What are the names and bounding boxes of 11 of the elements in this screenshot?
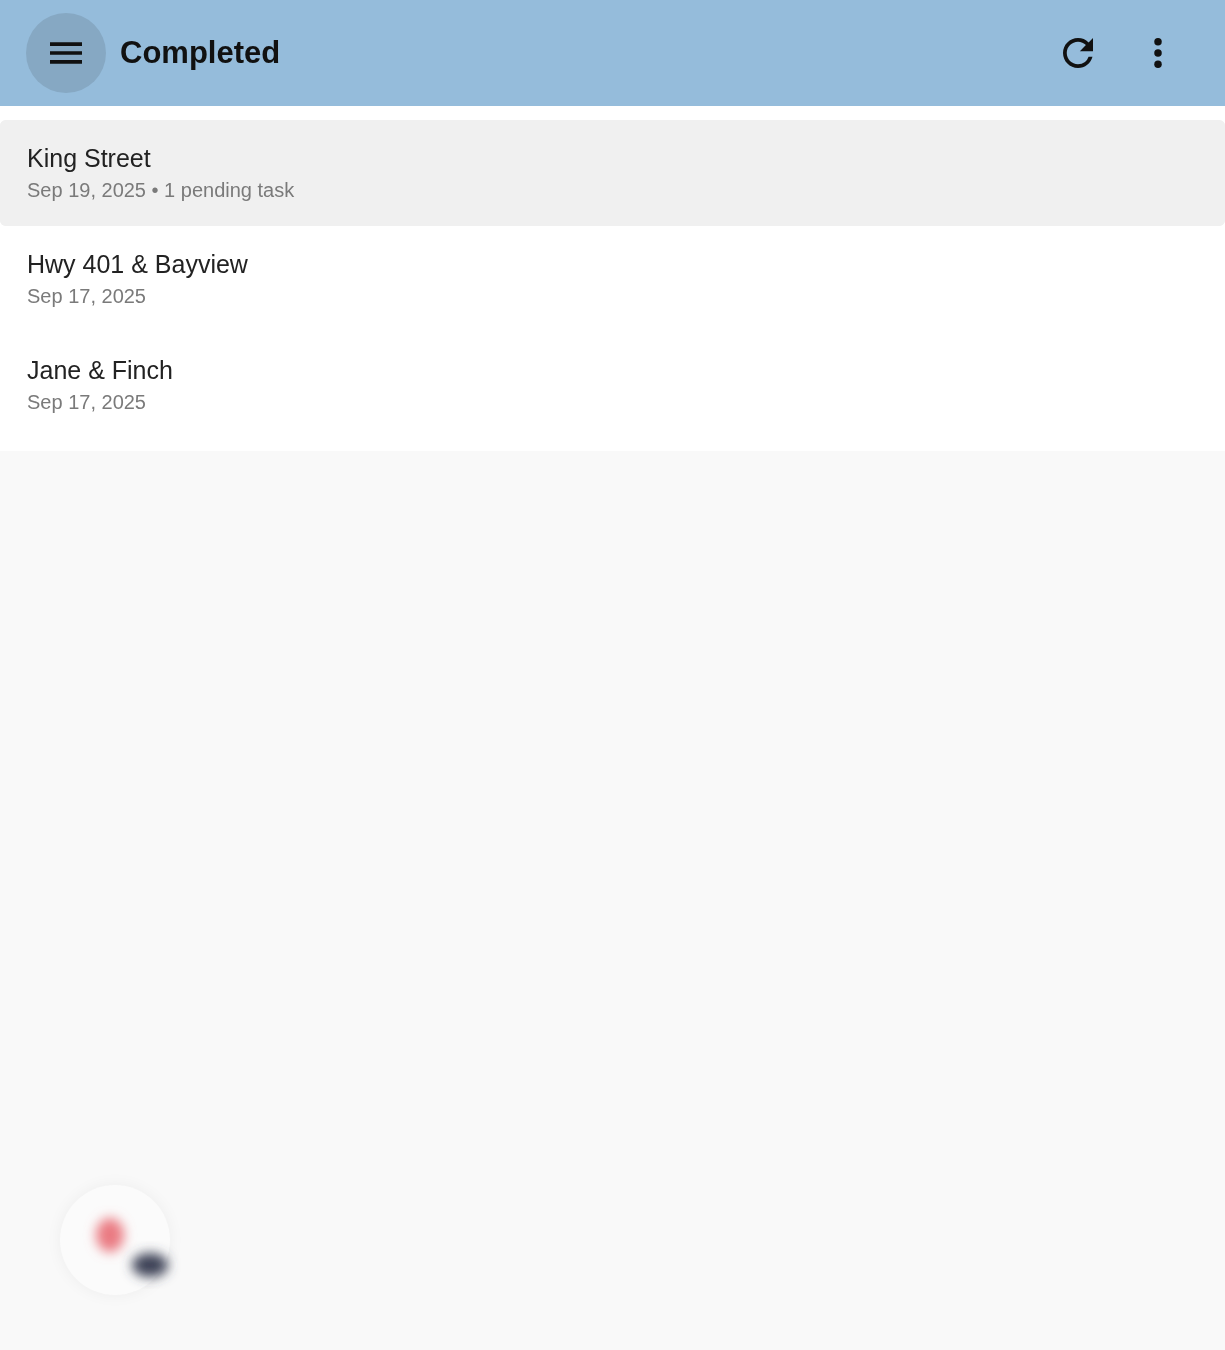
site-list-item[interactable]: King Street Sep 19, 2025 • 1 pending task bbox=[0, 120, 1225, 226]
site-name: Hwy 401 & Bayview bbox=[27, 250, 249, 279]
site-details: Sep 17, 2025 bbox=[27, 391, 147, 414]
page-title: Completed bbox=[120, 35, 281, 71]
refresh-icon bbox=[1063, 38, 1093, 68]
menu-icon bbox=[50, 42, 82, 64]
site-details: Sep 17, 2025 bbox=[27, 285, 147, 308]
site-details: Sep 19, 2025 • 1 pending task bbox=[27, 179, 296, 202]
site-name: Jane & Finch bbox=[27, 356, 174, 385]
site-name: King Street bbox=[27, 144, 152, 173]
more-options-icon bbox=[1154, 38, 1162, 68]
